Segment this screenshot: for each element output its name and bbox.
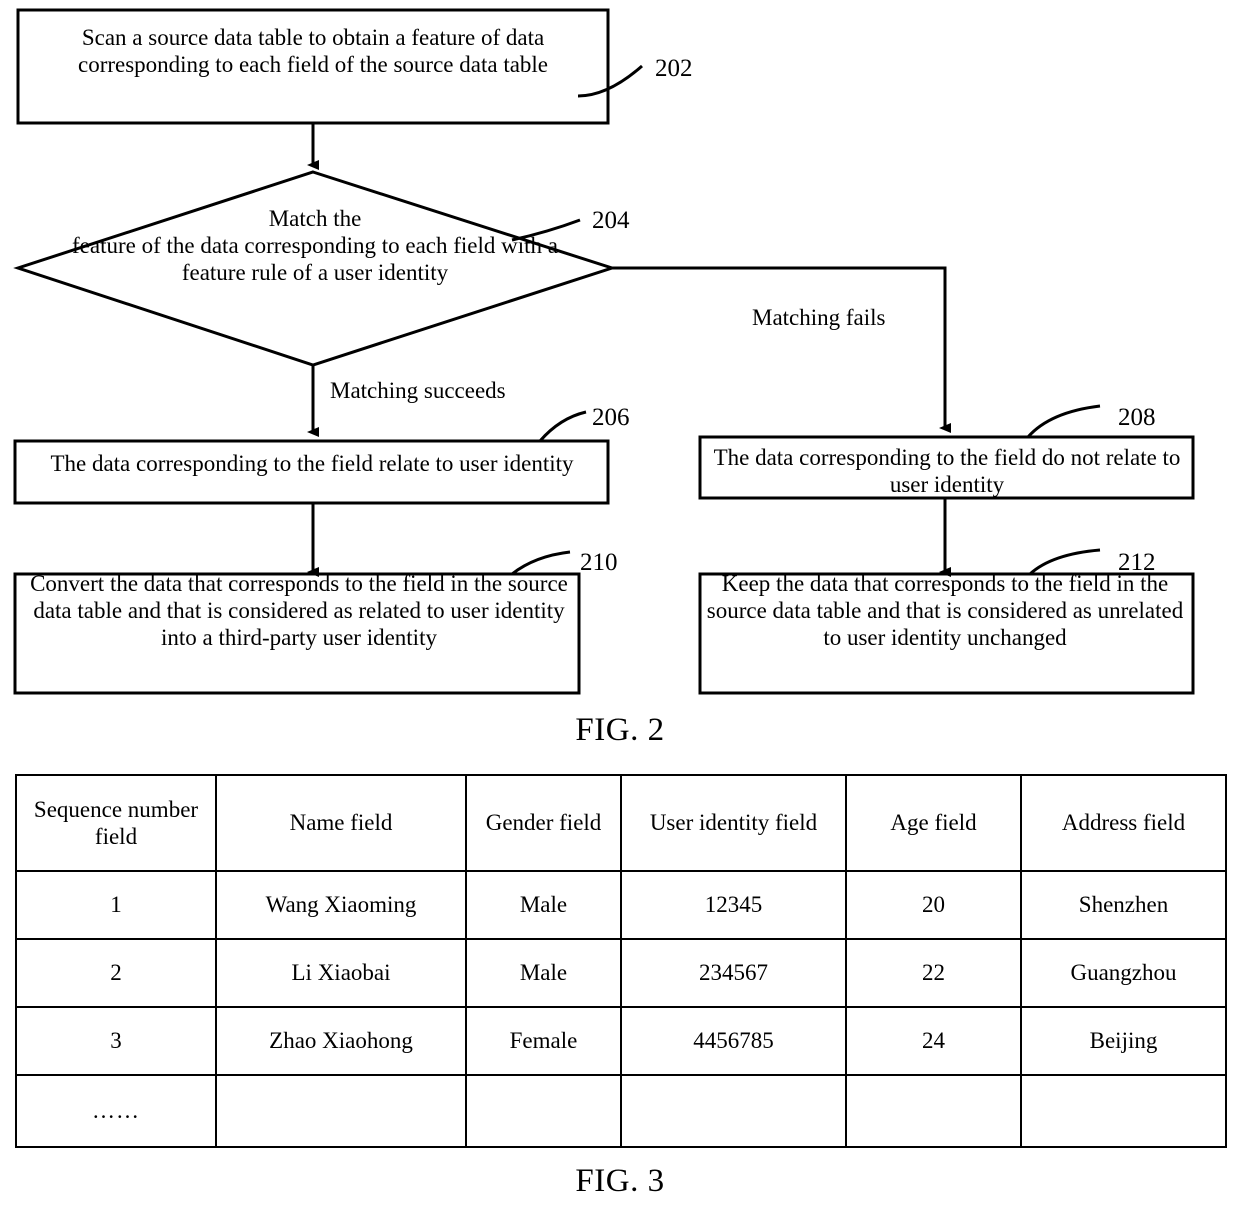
cell-address: Guangzhou (1020, 938, 1227, 1008)
cell-sequence-number: 3 (15, 1006, 217, 1076)
cell-gender: Male (465, 938, 622, 1008)
leader-line-206 (538, 410, 587, 442)
cell-empty (845, 1074, 1022, 1148)
source-data-table: Sequence number field Name field Gender … (15, 774, 1227, 1148)
edge-label-matching-fails: Matching fails (752, 305, 886, 330)
reference-numeral-208: 208 (1118, 404, 1156, 431)
cell-user-identity: 234567 (620, 938, 847, 1008)
arrow-204-to-208 (612, 266, 951, 433)
figure-3-caption: FIG. 3 (575, 1163, 665, 1199)
node-label-212: Keep the data that corresponds to the fi… (706, 571, 1184, 651)
reference-numeral-202: 202 (655, 55, 693, 82)
cell-sequence-number: 2 (15, 938, 217, 1008)
cell-empty (1020, 1074, 1227, 1148)
column-header-gender-field: Gender field (465, 774, 622, 872)
cell-address: Shenzhen (1020, 870, 1227, 940)
cell-name: Li Xiaobai (215, 938, 467, 1008)
cell-age: 24 (845, 1006, 1022, 1076)
node-label-202: Scan a source data table to obtain a fea… (77, 25, 549, 78)
column-header-address-field: Address field (1020, 774, 1227, 872)
cell-sequence-number: 1 (15, 870, 217, 940)
reference-numeral-204: 204 (592, 207, 630, 234)
reference-numeral-206: 206 (592, 404, 630, 431)
cell-age: 22 (845, 938, 1022, 1008)
leader-line-208 (1026, 404, 1101, 438)
column-header-name-field: Name field (215, 774, 467, 872)
node-label-204: Match the feature of the data correspond… (72, 206, 558, 286)
reference-numeral-212: 212 (1118, 549, 1156, 576)
cell-user-identity: 4456785 (620, 1006, 847, 1076)
table-row: 2 Li Xiaobai Male 234567 22 Guangzhou (15, 938, 1227, 1008)
cell-address: Beijing (1020, 1006, 1227, 1076)
cell-empty (620, 1074, 847, 1148)
column-header-sequence-number-field: Sequence number field (15, 774, 217, 872)
cell-name: Zhao Xiaohong (215, 1006, 467, 1076)
node-label-208: The data corresponding to the field do n… (713, 445, 1181, 498)
cell-age: 20 (845, 870, 1022, 940)
table-row: 1 Wang Xiaoming Male 12345 20 Shenzhen (15, 870, 1227, 940)
cell-gender: Female (465, 1006, 622, 1076)
cell-empty (215, 1074, 467, 1148)
column-header-user-identity-field: User identity field (620, 774, 847, 872)
column-header-age-field: Age field (845, 774, 1022, 872)
patent-figure-page: Scan a source data table to obtain a fea… (0, 0, 1240, 1217)
cell-user-identity: 12345 (620, 870, 847, 940)
cell-name: Wang Xiaoming (215, 870, 467, 940)
table-row: 3 Zhao Xiaohong Female 4456785 24 Beijin… (15, 1006, 1227, 1076)
cell-gender: Male (465, 870, 622, 940)
cell-empty (465, 1074, 622, 1148)
figure-2-caption: FIG. 2 (575, 712, 665, 748)
node-label-210: Convert the data that corresponds to the… (30, 571, 568, 651)
table-header-row: Sequence number field Name field Gender … (15, 774, 1227, 872)
node-label-206: The data corresponding to the field rela… (50, 451, 574, 476)
reference-numeral-210: 210 (580, 549, 618, 576)
edge-label-matching-succeeds: Matching succeeds (330, 378, 506, 403)
table-row-ellipsis: …… (15, 1074, 1227, 1148)
cell-ellipsis: …… (15, 1074, 217, 1148)
